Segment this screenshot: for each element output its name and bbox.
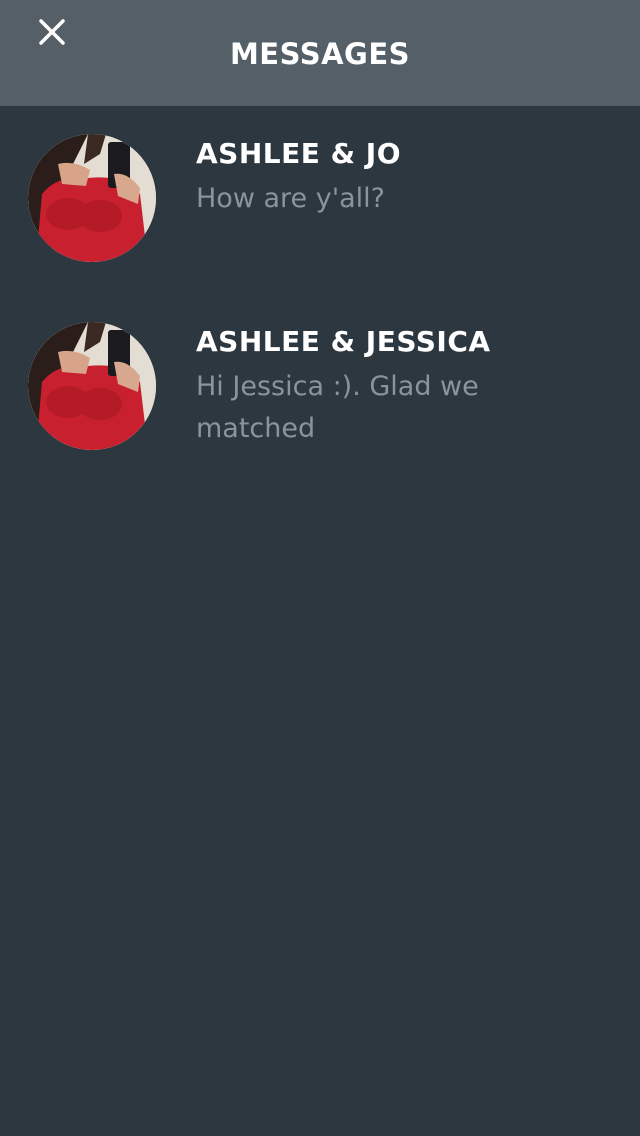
messages-screen: MESSAGES ASHLEE & JO How are y'all? ASHL… — [0, 0, 640, 1136]
conversation-name: ASHLEE & JO — [196, 137, 401, 170]
avatar — [28, 322, 156, 450]
page-title: MESSAGES — [229, 37, 411, 71]
conversation-preview: Hi Jessica :). Glad we matched — [196, 371, 479, 444]
conversation-name: ASHLEE & JESSICA — [196, 325, 491, 358]
header-bar: MESSAGES — [0, 0, 640, 106]
conversation-preview: How are y'all? — [196, 183, 386, 214]
avatar — [28, 134, 156, 262]
conversation-item[interactable]: ASHLEE & JESSICA Hi Jessica :). Glad we … — [0, 294, 640, 474]
conversation-item[interactable]: ASHLEE & JO How are y'all? — [0, 106, 640, 286]
